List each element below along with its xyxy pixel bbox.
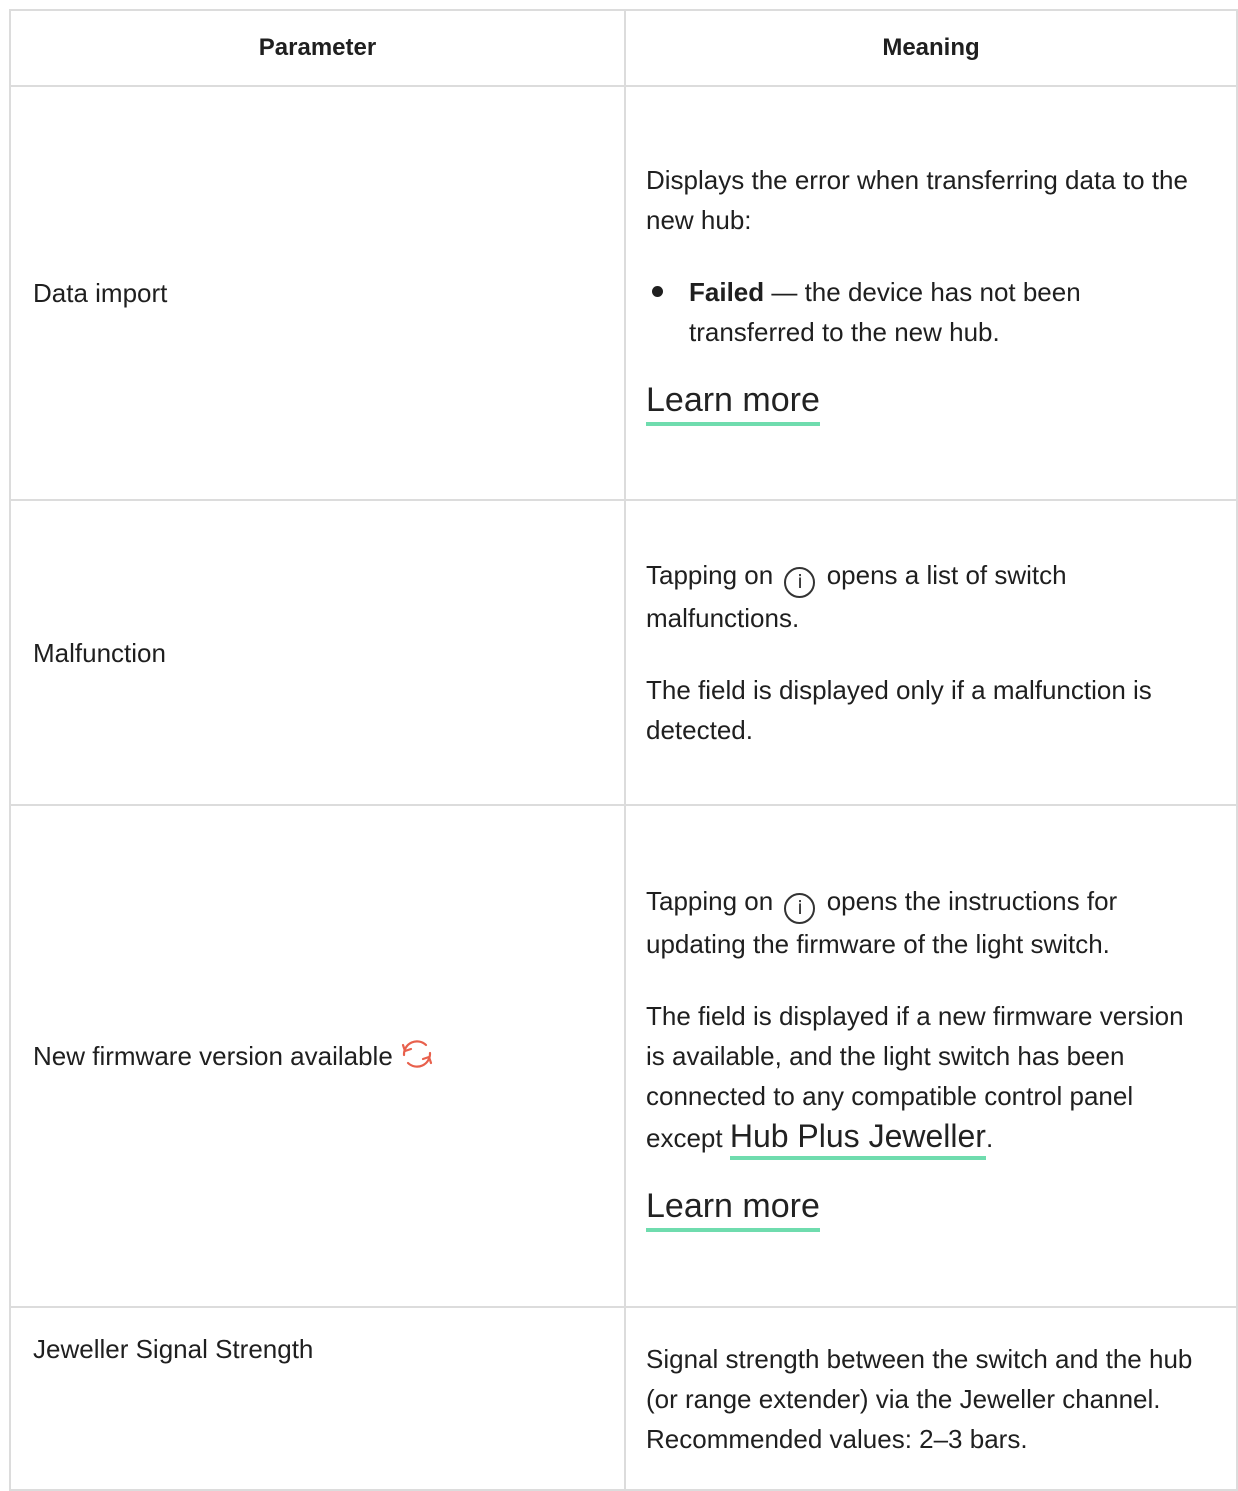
- param-malfunction: Malfunction: [9, 499, 626, 806]
- meaning-cell: Signal strength between the switch and t…: [624, 1306, 1238, 1491]
- meaning-text: Signal strength between the switch and t…: [646, 1343, 1193, 1454]
- meaning-cell: Tapping on i opens the instructions for …: [624, 804, 1238, 1308]
- info-icon: i: [784, 567, 816, 598]
- header-parameter: Parameter: [9, 9, 626, 87]
- parameters-table: Parameter Meaning Data import Displays t…: [9, 9, 1238, 1491]
- table-row: Data import Displays the error when tran…: [9, 85, 1238, 501]
- sync-icon: [401, 1040, 432, 1068]
- table-header-row: Parameter Meaning: [9, 9, 1238, 87]
- meaning-text-part: Tapping on: [646, 560, 774, 590]
- meaning-text: The field is displayed if a new firmware…: [646, 996, 1206, 1160]
- learn-more-link[interactable]: Learn more: [646, 1186, 820, 1232]
- meaning-text: Tapping on i opens the instructions for …: [646, 881, 1206, 964]
- hub-plus-jeweller-link[interactable]: Hub Plus Jeweller: [729, 1117, 986, 1160]
- header-meaning: Meaning: [624, 9, 1238, 87]
- learn-more-link[interactable]: Learn more: [646, 380, 820, 426]
- table-row: Malfunction Tapping on i opens a list of…: [9, 499, 1238, 806]
- param-label: New firmware version available: [33, 1041, 393, 1071]
- bullet-term: Failed: [689, 277, 765, 307]
- param-new-firmware: New firmware version available: [9, 804, 626, 1308]
- bullet-list: Failed — the device has not been transfe…: [646, 272, 1206, 352]
- meaning-text: Tapping on i opens a list of switch malf…: [646, 555, 1206, 638]
- meaning-text: Displays the error when transferring dat…: [646, 165, 1188, 235]
- meaning-text: The field is displayed only if a malfunc…: [646, 675, 1152, 745]
- list-item: Failed — the device has not been transfe…: [652, 272, 1206, 352]
- param-data-import: Data import: [9, 85, 626, 501]
- meaning-text-part: Tapping on: [646, 885, 774, 916]
- table-row: New firmware version available Tapping o…: [9, 804, 1238, 1308]
- meaning-text-part: .: [985, 1122, 994, 1153]
- meaning-cell: Displays the error when transferring dat…: [624, 85, 1238, 501]
- info-icon: i: [784, 892, 816, 924]
- meaning-cell: Tapping on i opens a list of switch malf…: [624, 499, 1238, 806]
- param-signal-strength: Jeweller Signal Strength: [9, 1306, 626, 1491]
- table-row: Jeweller Signal Strength Signal strength…: [9, 1306, 1238, 1491]
